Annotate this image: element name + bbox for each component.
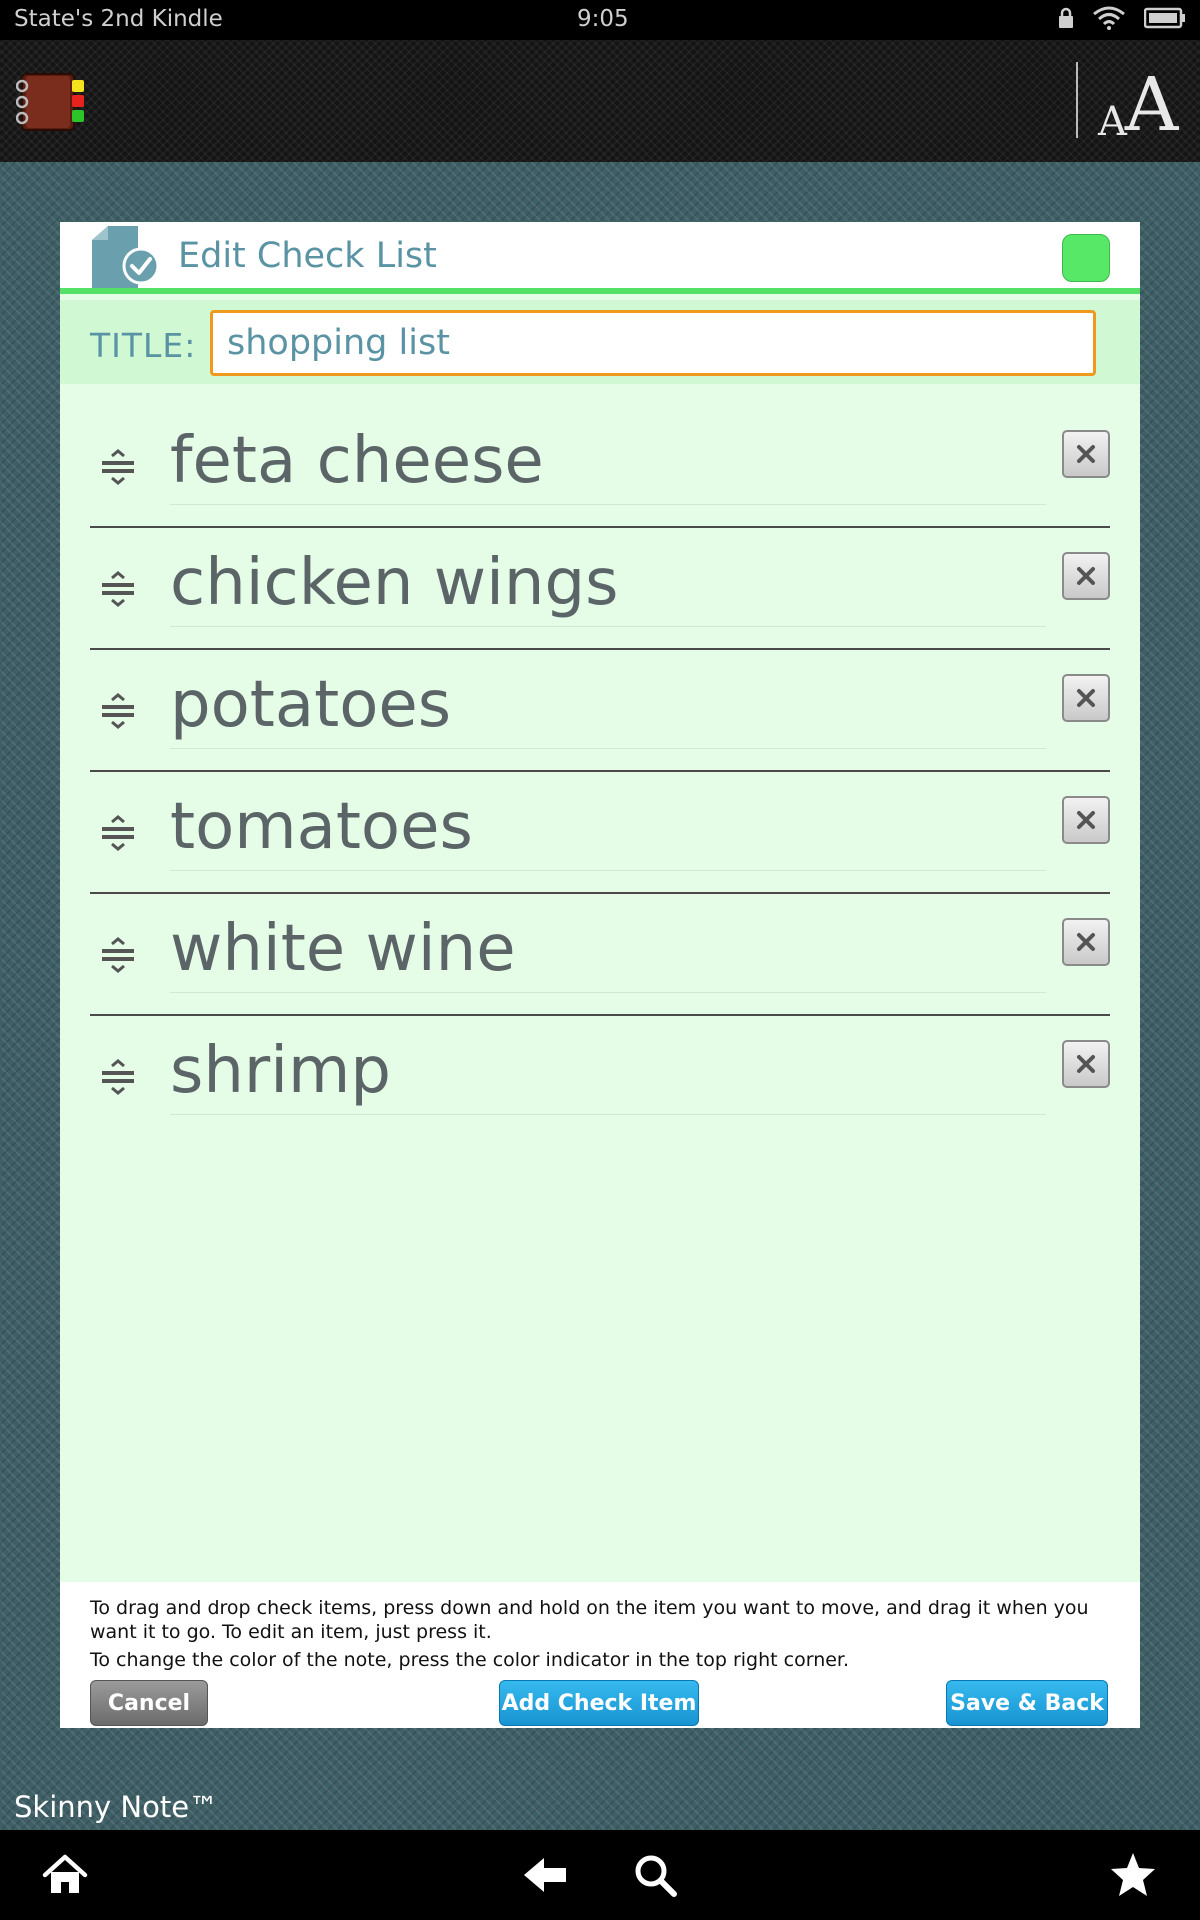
save-and-back-button[interactable]: Save & Back <box>946 1680 1108 1726</box>
title-input[interactable] <box>210 310 1096 376</box>
check-item-label[interactable]: shrimp <box>170 1034 391 1108</box>
item-underline <box>170 626 1046 627</box>
check-item[interactable]: chicken wings <box>90 528 1110 650</box>
dialog-footer: To drag and drop check items, press down… <box>60 1582 1140 1728</box>
document-check-icon <box>88 224 162 292</box>
check-list: feta cheese chicken wings potatoes tomat… <box>90 406 1110 1138</box>
close-icon <box>1077 445 1095 463</box>
search-icon[interactable] <box>630 1850 680 1900</box>
wifi-icon <box>1092 6 1126 36</box>
title-label: TITLE: <box>90 326 197 365</box>
brand-label: Skinny Note™ <box>14 1790 219 1824</box>
item-underline <box>170 748 1046 749</box>
close-icon <box>1077 1055 1095 1073</box>
system-icons <box>1058 6 1186 36</box>
dialog-title: Edit Check List <box>178 236 437 276</box>
help-line-drag: To drag and drop check items, press down… <box>90 1597 1089 1643</box>
check-item-label[interactable]: white wine <box>170 912 516 986</box>
drag-handle-icon[interactable] <box>98 570 138 610</box>
navigation-bar <box>0 1830 1200 1920</box>
font-size-icon[interactable]: A A <box>1098 62 1182 142</box>
check-item-label[interactable]: chicken wings <box>170 546 618 620</box>
close-icon <box>1077 811 1095 829</box>
drag-handle-icon[interactable] <box>98 1058 138 1098</box>
check-item[interactable]: feta cheese <box>90 406 1110 528</box>
app-header: A A <box>0 40 1200 162</box>
header-divider <box>1076 62 1078 138</box>
close-icon <box>1077 567 1095 585</box>
check-item-label[interactable]: potatoes <box>170 668 451 742</box>
delete-item-button[interactable] <box>1062 918 1110 966</box>
font-size-big-letter: A <box>1124 62 1179 148</box>
drag-handle-icon[interactable] <box>98 448 138 488</box>
home-icon[interactable] <box>40 1850 90 1900</box>
clock: 9:05 <box>577 6 629 32</box>
delete-item-button[interactable] <box>1062 1040 1110 1088</box>
help-text: To drag and drop check items, press down… <box>90 1596 1100 1672</box>
drag-handle-icon[interactable] <box>98 936 138 976</box>
check-item-label[interactable]: tomatoes <box>170 790 473 864</box>
check-item-label[interactable]: feta cheese <box>170 424 544 498</box>
item-underline <box>170 870 1046 871</box>
title-row: TITLE: <box>60 300 1140 384</box>
status-bar: State's 2nd Kindle 9:05 <box>0 0 1200 40</box>
cancel-button[interactable]: Cancel <box>90 1680 208 1726</box>
close-icon <box>1077 933 1095 951</box>
drag-handle-icon[interactable] <box>98 814 138 854</box>
item-underline <box>170 1114 1046 1115</box>
font-size-small-letter: A <box>1098 99 1127 145</box>
check-item[interactable]: shrimp <box>90 1016 1110 1138</box>
close-icon <box>1077 689 1095 707</box>
check-item[interactable]: tomatoes <box>90 772 1110 894</box>
delete-item-button[interactable] <box>1062 674 1110 722</box>
delete-item-button[interactable] <box>1062 552 1110 600</box>
dialog-header: Edit Check List <box>60 222 1140 294</box>
lock-icon <box>1058 7 1074 35</box>
device-name: State's 2nd Kindle <box>14 6 223 32</box>
edit-checklist-dialog: Edit Check List TITLE: feta cheese <box>60 222 1140 1728</box>
check-item[interactable]: potatoes <box>90 650 1110 772</box>
help-line-color: To change the color of the note, press t… <box>90 1649 850 1671</box>
note-color-indicator[interactable] <box>1062 234 1110 282</box>
notebook-icon[interactable] <box>15 72 90 132</box>
back-icon[interactable] <box>520 1850 570 1900</box>
delete-item-button[interactable] <box>1062 796 1110 844</box>
add-check-item-button[interactable]: Add Check Item <box>499 1680 699 1726</box>
item-underline <box>170 992 1046 993</box>
item-underline <box>170 504 1046 505</box>
star-icon[interactable] <box>1108 1850 1158 1900</box>
check-item[interactable]: white wine <box>90 894 1110 1016</box>
drag-handle-icon[interactable] <box>98 692 138 732</box>
battery-icon <box>1143 7 1186 35</box>
delete-item-button[interactable] <box>1062 430 1110 478</box>
